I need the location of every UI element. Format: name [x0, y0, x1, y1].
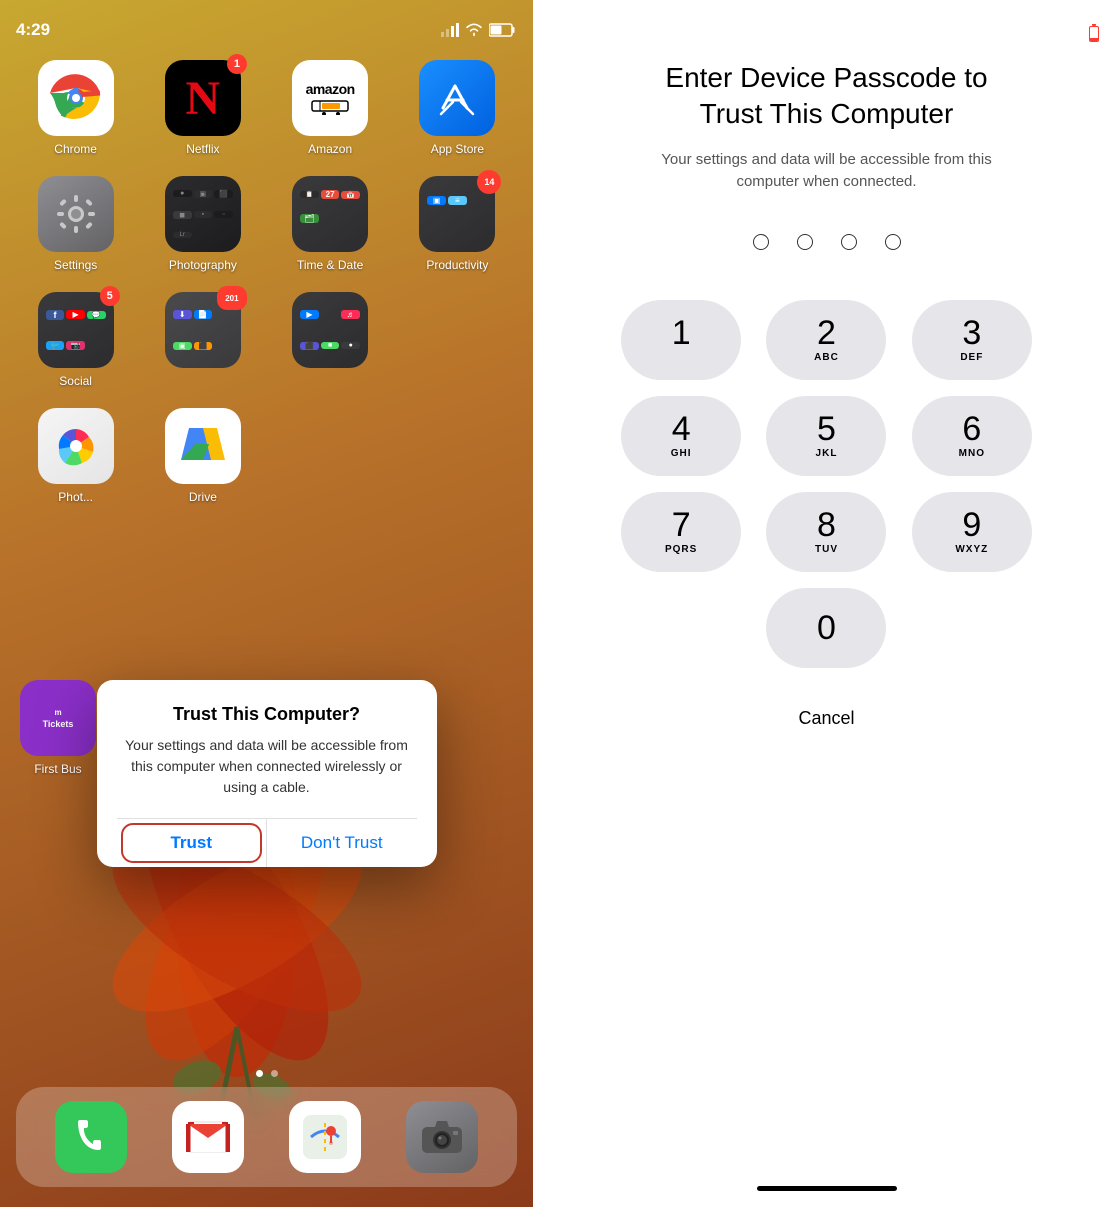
app-productivity-label: Productivity — [426, 258, 488, 272]
mtickets-icon: m — [54, 708, 61, 717]
app-folder2[interactable]: 201 ⬇ 📄 ▣ ⬛ F — [143, 292, 262, 388]
trust-dialog-title: Trust This Computer? — [117, 704, 417, 725]
app-chrome[interactable]: Chrome — [16, 60, 135, 156]
camera-icon — [421, 1119, 463, 1155]
home-indicator — [757, 1186, 897, 1191]
app-chrome-label: Chrome — [54, 142, 97, 156]
maps-icon — [303, 1115, 347, 1159]
numpad-8[interactable]: 8 TUV — [766, 492, 886, 572]
app-photography-label: Photography — [169, 258, 237, 272]
productivity-badge: 14 — [477, 170, 501, 194]
numpad-3[interactable]: 3 DEF — [912, 300, 1032, 380]
app-timedate[interactable]: 📋 27 📅 🗂 Time & Date — [271, 176, 390, 272]
passcode-subtitle: Your settings and data will be accessibl… — [657, 149, 997, 194]
battery-body — [1089, 26, 1099, 42]
app-photography[interactable]: ● ▣ ⬛ ◼ ▪ ▫ Lr Photography — [143, 176, 262, 272]
wifi-icon — [465, 23, 483, 37]
app-productivity[interactable]: 14 ▣ ≡ Productivity — [398, 176, 517, 272]
dock-camera[interactable] — [406, 1101, 478, 1173]
pin-dot-4 — [885, 234, 901, 250]
settings-icon — [53, 191, 99, 237]
phone-screen: 4:29 — [0, 0, 533, 1207]
googledrive-icon — [179, 424, 227, 468]
page-dot-2 — [271, 1070, 278, 1077]
app-settings-label: Settings — [54, 258, 97, 272]
numpad: 1 2 ABC 3 DEF 4 GHI 5 JKL 6 MNO 7 PQRS — [617, 300, 1037, 668]
battery-indicator — [1088, 24, 1100, 44]
numpad-7[interactable]: 7 PQRS — [621, 492, 741, 572]
pin-dot-3 — [841, 234, 857, 250]
app-social-label: Social — [59, 374, 92, 388]
dont-trust-button[interactable]: Don't Trust — [267, 819, 417, 867]
phone-icon — [70, 1116, 112, 1158]
trust-dialog-body: Your settings and data will be accessibl… — [117, 735, 417, 798]
passcode-title: Enter Device Passcode to Trust This Comp… — [647, 60, 1007, 133]
status-bar: 4:29 — [0, 0, 533, 48]
amazon-cart-icon — [310, 99, 350, 115]
status-icons — [441, 23, 517, 37]
dock-maps[interactable] — [289, 1101, 361, 1173]
battery-fill — [1090, 38, 1098, 41]
app-googledrive-label: Drive — [189, 490, 217, 504]
app-social[interactable]: 5 f ▶ 💬 🐦 📷 Social — [16, 292, 135, 388]
battery-icon — [489, 23, 517, 37]
folder2-badge: 201 — [217, 286, 247, 310]
numpad-9[interactable]: 9 WXYZ — [912, 492, 1032, 572]
netflix-icon: N — [186, 71, 221, 126]
dock-phone[interactable] — [55, 1101, 127, 1173]
numpad-1[interactable]: 1 — [621, 300, 741, 380]
app-firstbus[interactable]: m Tickets First Bus — [20, 680, 96, 776]
numpad-6[interactable]: 6 MNO — [912, 396, 1032, 476]
app-photos-label: Phot... — [58, 490, 93, 504]
app-photos[interactable]: Phot... — [16, 408, 135, 504]
numpad-0[interactable]: 0 — [766, 588, 886, 668]
app-timedate-label: Time & Date — [297, 258, 363, 272]
netflix-badge: 1 — [227, 54, 247, 74]
cancel-button[interactable]: Cancel — [798, 708, 854, 729]
passcode-screen: Enter Device Passcode to Trust This Comp… — [533, 0, 1120, 1207]
pin-dot-2 — [797, 234, 813, 250]
app-amazon-label: Amazon — [308, 142, 352, 156]
app-grid: Chrome N 1 Netflix amazon Amazo — [16, 60, 517, 504]
gmail-icon — [186, 1120, 230, 1154]
app-netflix-label: Netflix — [186, 142, 219, 156]
trust-dialog: Trust This Computer? Your settings and d… — [97, 680, 437, 867]
page-dot-1 — [256, 1070, 263, 1077]
numpad-4[interactable]: 4 GHI — [621, 396, 741, 476]
app-amazon[interactable]: amazon Amazon — [271, 60, 390, 156]
appstore-icon — [435, 76, 479, 120]
pin-dot-1 — [753, 234, 769, 250]
dock — [16, 1087, 517, 1187]
pin-dots — [753, 234, 901, 250]
app-googledrive[interactable]: Drive — [143, 408, 262, 504]
status-time: 4:29 — [16, 20, 441, 40]
photos-icon — [51, 421, 101, 471]
signal-icon — [441, 23, 459, 37]
app-firstbus-label: First Bus — [34, 762, 81, 776]
dock-gmail[interactable] — [172, 1101, 244, 1173]
numpad-5[interactable]: 5 JKL — [766, 396, 886, 476]
app-netflix[interactable]: N 1 Netflix — [143, 60, 262, 156]
app-media[interactable]: ▶ ♬ ⬛ ■ ● M — [271, 292, 390, 388]
trust-button[interactable]: Trust — [117, 819, 268, 867]
numpad-2[interactable]: 2 ABC — [766, 300, 886, 380]
app-appstore-label: App Store — [431, 142, 484, 156]
app-appstore[interactable]: App Store — [398, 60, 517, 156]
trust-dialog-buttons: Trust Don't Trust — [117, 818, 417, 867]
social-badge: 5 — [100, 286, 120, 306]
amazon-icon: amazon — [306, 81, 355, 97]
page-dots — [0, 1070, 533, 1077]
app-settings[interactable]: Settings — [16, 176, 135, 272]
chrome-icon — [48, 70, 104, 126]
